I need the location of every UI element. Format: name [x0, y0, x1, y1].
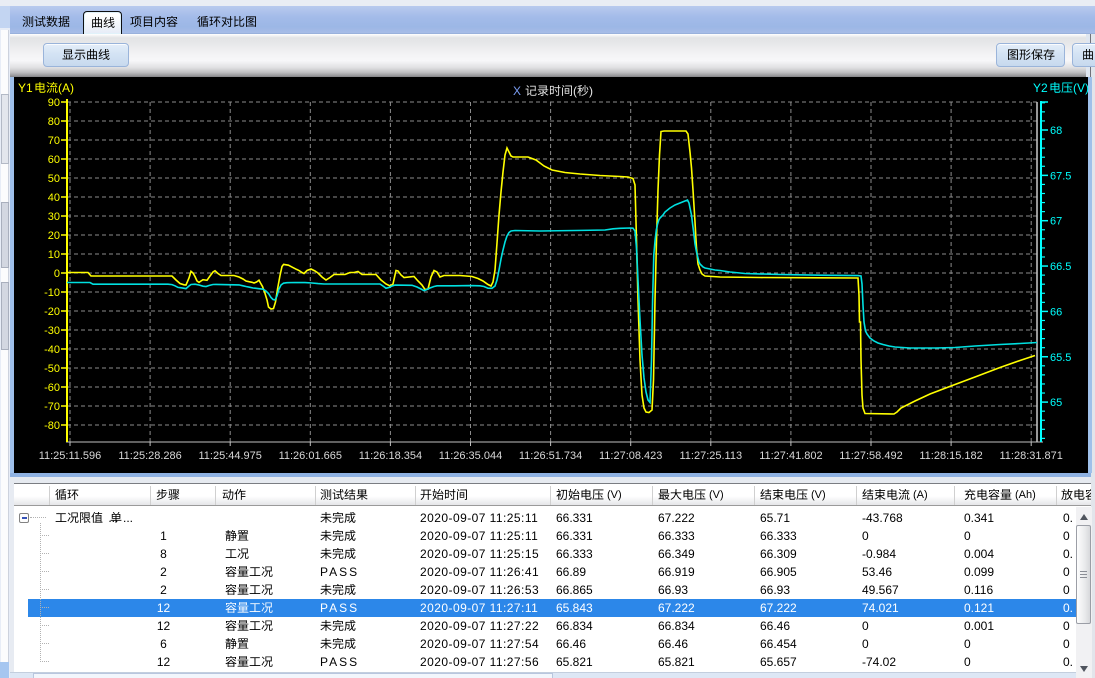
svg-text:11:25:44.975: 11:25:44.975	[198, 450, 261, 462]
svg-text:-70: -70	[44, 401, 60, 413]
svg-text:67.5: 67.5	[1050, 170, 1071, 182]
svg-text:66: 66	[1050, 306, 1062, 318]
svg-text:65: 65	[1050, 397, 1062, 409]
svg-text:-30: -30	[44, 325, 60, 337]
svg-text:11:26:51.734: 11:26:51.734	[519, 450, 582, 462]
svg-text:66.5: 66.5	[1050, 261, 1071, 273]
svg-text:11:26:35.044: 11:26:35.044	[439, 450, 502, 462]
svg-text:80: 80	[48, 116, 60, 128]
svg-text:11:27:41.802: 11:27:41.802	[759, 450, 822, 462]
svg-text:-80: -80	[44, 420, 60, 432]
svg-text:-50: -50	[44, 363, 60, 375]
svg-text:20: 20	[48, 230, 60, 242]
svg-text:11:25:11.596: 11:25:11.596	[39, 450, 102, 462]
svg-text:-10: -10	[44, 287, 60, 299]
svg-text:50: 50	[48, 173, 60, 185]
svg-text:68: 68	[1050, 125, 1062, 137]
svg-text:10: 10	[48, 249, 60, 261]
svg-text:11:26:18.354: 11:26:18.354	[359, 450, 422, 462]
svg-text:11:27:08.423: 11:27:08.423	[599, 450, 662, 462]
svg-text:70: 70	[48, 135, 60, 147]
svg-text:-20: -20	[44, 306, 60, 318]
svg-text:11:26:01.665: 11:26:01.665	[279, 450, 342, 462]
svg-text:11:27:25.113: 11:27:25.113	[679, 450, 742, 462]
svg-text:11:28:31.871: 11:28:31.871	[999, 450, 1062, 462]
svg-text:30: 30	[48, 211, 60, 223]
svg-text:-40: -40	[44, 344, 60, 356]
svg-text:67: 67	[1050, 216, 1062, 228]
svg-text:11:27:58.492: 11:27:58.492	[839, 450, 902, 462]
svg-text:65.5: 65.5	[1050, 352, 1071, 364]
svg-text:60: 60	[48, 154, 60, 166]
svg-text:11:28:15.182: 11:28:15.182	[919, 450, 982, 462]
svg-text:-60: -60	[44, 382, 60, 394]
svg-text:0: 0	[54, 268, 60, 280]
svg-text:40: 40	[48, 192, 60, 204]
svg-text:11:25:28.286: 11:25:28.286	[118, 450, 181, 462]
svg-text:90: 90	[48, 97, 60, 109]
